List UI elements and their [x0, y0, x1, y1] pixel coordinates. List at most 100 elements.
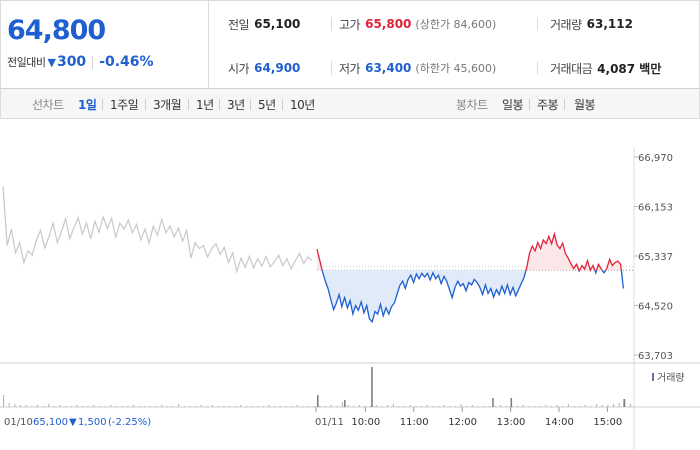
volume-bar: [234, 406, 236, 407]
y-tick-label: 65,337: [638, 252, 673, 263]
volume-bar: [172, 406, 174, 407]
candle-chart-title: 봉차트: [456, 98, 488, 112]
volume-bar: [149, 406, 151, 407]
period-1d[interactable]: 1일: [78, 96, 97, 113]
period-3m[interactable]: 3개월: [153, 96, 182, 113]
volume-bar: [3, 395, 4, 407]
change-divider: [92, 55, 94, 69]
chart-period-toolbar: 선차트 1일 1주일 3개월 1년 3년 5년 10년 봉차트 일봉 주봉 월봉: [0, 89, 700, 119]
volume-bar: [206, 406, 208, 407]
toolbar-divider: [282, 99, 283, 110]
open-value: 64,900: [254, 61, 301, 75]
volume-bar: [432, 406, 434, 407]
volume-chart: [3, 367, 631, 407]
volume-bar: [398, 406, 400, 407]
volume-bar: [87, 406, 89, 407]
volume-bar: [285, 406, 287, 407]
volume-bar: [325, 406, 326, 407]
volume-stat: 거래량 63,112: [550, 14, 633, 34]
toolbar-divider: [145, 99, 146, 110]
volume-legend-label: 거래량: [657, 372, 685, 384]
y-tick-label: 63,703: [638, 351, 673, 362]
volume-bar: [183, 406, 185, 407]
y-tick-label: 66,153: [638, 203, 673, 214]
period-3y[interactable]: 3년: [227, 96, 245, 113]
candle-daily[interactable]: 일봉: [502, 96, 524, 113]
y-tick-label: 66,970: [638, 153, 673, 164]
volume-bar: [274, 406, 276, 407]
volume-bar: [505, 406, 507, 407]
toolbar-divider: [564, 99, 565, 110]
prev-day-footer: 01/10 65,100 ▼ 1,500 (-2.25%): [4, 417, 151, 428]
current-price-box: 64,800 전일대비 ▼ 300 -0.46%: [1, 1, 209, 88]
volume-bar: [245, 406, 247, 407]
low-label: 저가: [339, 61, 361, 76]
x-tick-label: 10:00: [351, 417, 380, 428]
x-tick-label: 15:00: [593, 417, 622, 428]
low-value: 63,400: [365, 61, 412, 75]
volume-bar: [590, 406, 592, 407]
volume-bar: [59, 405, 61, 407]
stat-divider: [331, 17, 332, 31]
change-amount: 300: [56, 54, 87, 70]
lower-limit: (하한가 45,600): [415, 62, 497, 75]
volume-bar: [449, 406, 451, 407]
volume-bar: [477, 406, 479, 407]
time-axis: 01/11 10:00 11:00 12:00 13:00 14:00 15:00: [315, 407, 622, 428]
toolbar-divider: [102, 99, 103, 110]
today-fall-line: [578, 270, 581, 273]
price-change-row: 전일대비 ▼ 300 -0.46%: [7, 54, 154, 70]
volume-legend: 거래량: [652, 372, 685, 384]
intraday-price-chart[interactable]: 66,970 66,153 65,337 64,520 63,703 01/11 10:0…: [0, 119, 700, 450]
volume-bar: [262, 406, 264, 407]
candle-monthly[interactable]: 월봉: [574, 96, 596, 113]
period-5y[interactable]: 5년: [258, 96, 276, 113]
volume-bar: [392, 404, 394, 407]
stat-divider: [537, 17, 538, 31]
line-chart-title: 선차트: [32, 98, 64, 112]
volume-bar: [454, 406, 456, 407]
volume-bar: [618, 403, 620, 407]
change-rate: -0.46%: [99, 54, 154, 70]
volume-bar: [528, 406, 530, 407]
volume-bar: [189, 406, 191, 407]
candle-weekly[interactable]: 주봉: [537, 96, 559, 113]
volume-bar: [53, 406, 55, 407]
volume-bar: [14, 404, 16, 407]
open-stat: 시가 64,900: [228, 58, 300, 78]
volume-bar: [228, 406, 230, 407]
period-1y[interactable]: 1년: [196, 96, 214, 113]
volume-bar: [517, 406, 518, 407]
volume-bar: [291, 406, 293, 407]
volume-bar: [347, 405, 349, 407]
volume-bar: [545, 405, 547, 407]
volume-bar: [8, 403, 10, 407]
volume-bar: [460, 404, 462, 407]
period-10y[interactable]: 10년: [290, 96, 315, 113]
high-value: 65,800: [365, 17, 412, 31]
volume-bar: [500, 405, 502, 407]
volume-bar: [25, 405, 27, 407]
volume-bar: [70, 406, 72, 407]
high-label: 고가: [339, 17, 361, 32]
volume-bar: [217, 406, 219, 407]
y-tick-label: 64,520: [638, 301, 673, 312]
volume-bar: [466, 406, 468, 407]
volume-bar: [370, 406, 372, 407]
volume-spike: [344, 400, 346, 407]
period-1w[interactable]: 1주일: [110, 96, 139, 113]
open-label: 시가: [228, 61, 250, 76]
upper-limit: (상한가 84,600): [415, 18, 497, 31]
volume-bar: [110, 405, 112, 407]
volume-bar: [387, 405, 389, 407]
volume-bar: [251, 406, 253, 407]
volume-legend-swatch: [652, 373, 654, 381]
price-stats: 전일 65,100 고가 65,800 (상한가 84,600) 거래량 63,…: [210, 1, 699, 88]
price-axis: 66,970 66,153 65,337 64,520 63,703: [634, 153, 673, 362]
volume-bar: [426, 405, 428, 407]
toolbar-divider: [188, 99, 189, 110]
volume-bar: [494, 406, 496, 407]
x-tick-label: 01/11: [315, 417, 344, 428]
volume-bar: [138, 406, 140, 407]
volume-bar: [613, 404, 615, 407]
